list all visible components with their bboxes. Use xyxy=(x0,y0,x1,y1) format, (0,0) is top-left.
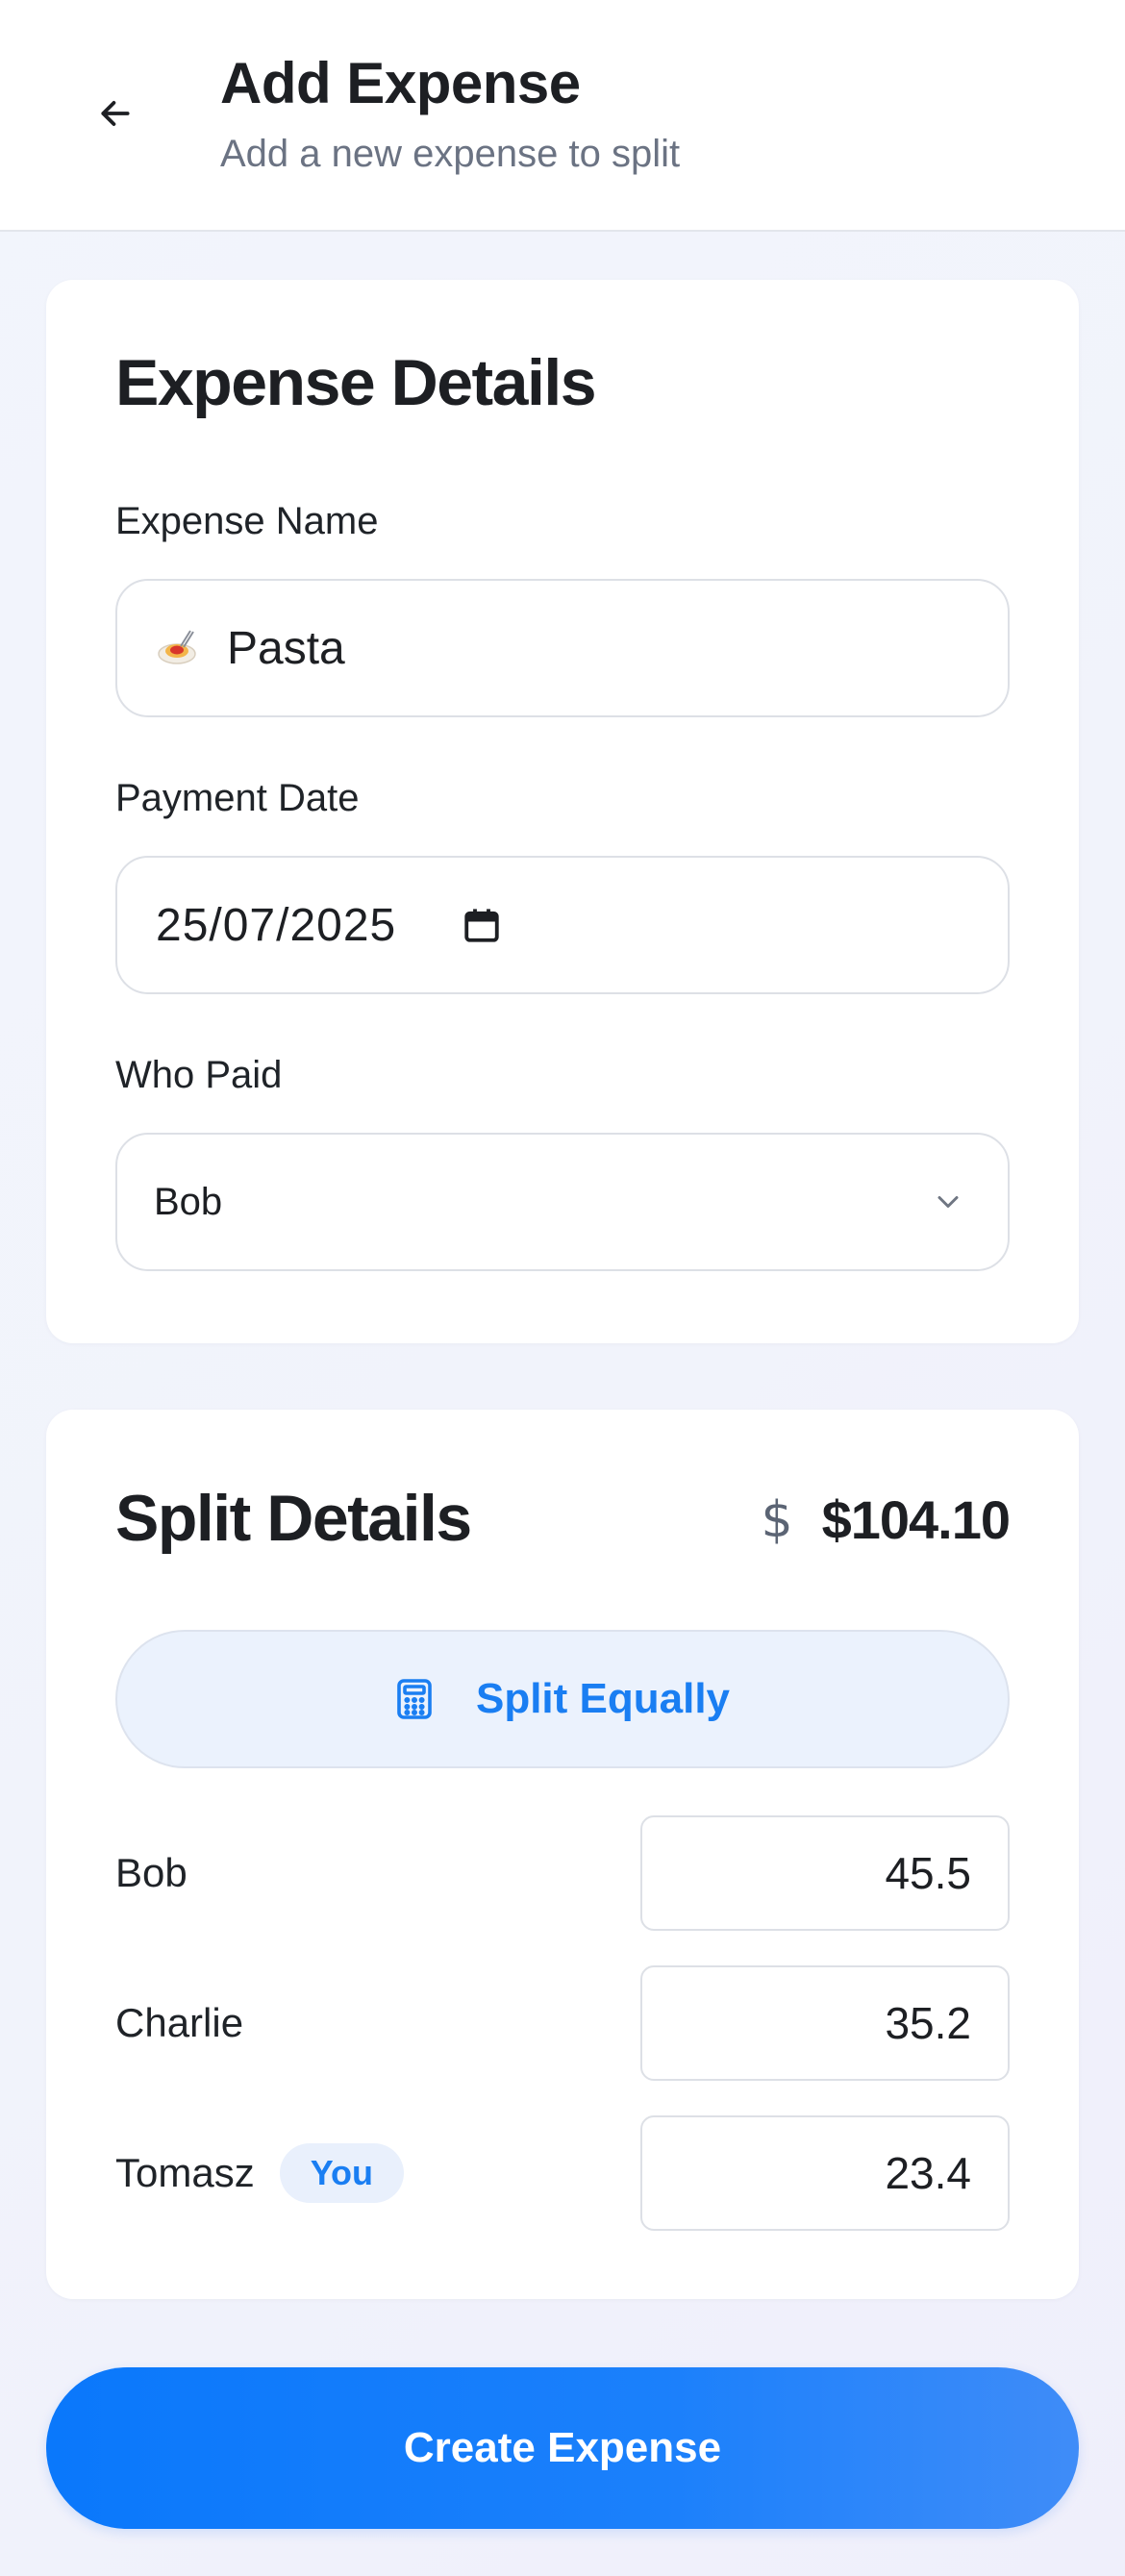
split-details-title: Split Details xyxy=(115,1482,472,1555)
create-expense-button[interactable]: Create Expense xyxy=(46,2367,1079,2529)
create-expense-label: Create Expense xyxy=(403,2424,722,2471)
payment-date-value: 25/07/2025 xyxy=(156,899,397,951)
page-header: Add Expense Add a new expense to split xyxy=(0,0,1125,232)
expense-details-card: Expense Details Expense Name Pasta Payme… xyxy=(46,280,1079,1343)
participant-name: Charlie xyxy=(115,2000,244,2045)
participant-amount-input[interactable]: 23.4 xyxy=(640,2115,1010,2231)
chevron-down-icon xyxy=(931,1185,965,1219)
payment-date-input[interactable]: 25/07/2025 xyxy=(115,856,1010,994)
split-equally-label: Split Equally xyxy=(475,1675,731,1722)
page-subtitle: Add a new expense to split xyxy=(220,133,681,175)
calendar-icon[interactable] xyxy=(462,905,502,945)
calculator-icon xyxy=(395,1678,434,1720)
payment-date-label: Payment Date xyxy=(115,777,360,819)
who-paid-label: Who Paid xyxy=(115,1054,283,1096)
expense-details-title: Expense Details xyxy=(115,346,597,419)
split-total: $ $104.10 xyxy=(761,1488,1011,1551)
split-details-card: Split Details $ $104.10 Split Equally Bo… xyxy=(46,1410,1079,2299)
who-paid-select[interactable]: Bob xyxy=(115,1133,1010,1271)
arrow-left-icon xyxy=(101,101,130,126)
expense-name-input[interactable]: Pasta xyxy=(115,579,1010,717)
split-equally-button[interactable]: Split Equally xyxy=(115,1630,1010,1768)
participant-row: Tomasz You 23.4 xyxy=(115,2115,1010,2231)
pasta-emoji-icon xyxy=(156,627,198,669)
participant-amount-input[interactable]: 35.2 xyxy=(640,1965,1010,2081)
participant-name: Tomasz xyxy=(115,2150,255,2195)
participant-row: Bob 45.5 xyxy=(115,1815,1010,1931)
participant-row: Charlie 35.2 xyxy=(115,1965,1010,2081)
participant-amount-input[interactable]: 45.5 xyxy=(640,1815,1010,1931)
page-title: Add Expense xyxy=(220,51,581,115)
expense-name-value: Pasta xyxy=(227,622,345,674)
dollar-icon: $ xyxy=(761,1490,793,1549)
total-amount: $104.10 xyxy=(821,1489,1011,1550)
you-badge: You xyxy=(279,2143,405,2203)
participant-name: Bob xyxy=(115,1850,188,1895)
expense-name-label: Expense Name xyxy=(115,500,379,542)
back-button[interactable] xyxy=(79,77,152,150)
who-paid-value: Bob xyxy=(154,1180,223,1223)
